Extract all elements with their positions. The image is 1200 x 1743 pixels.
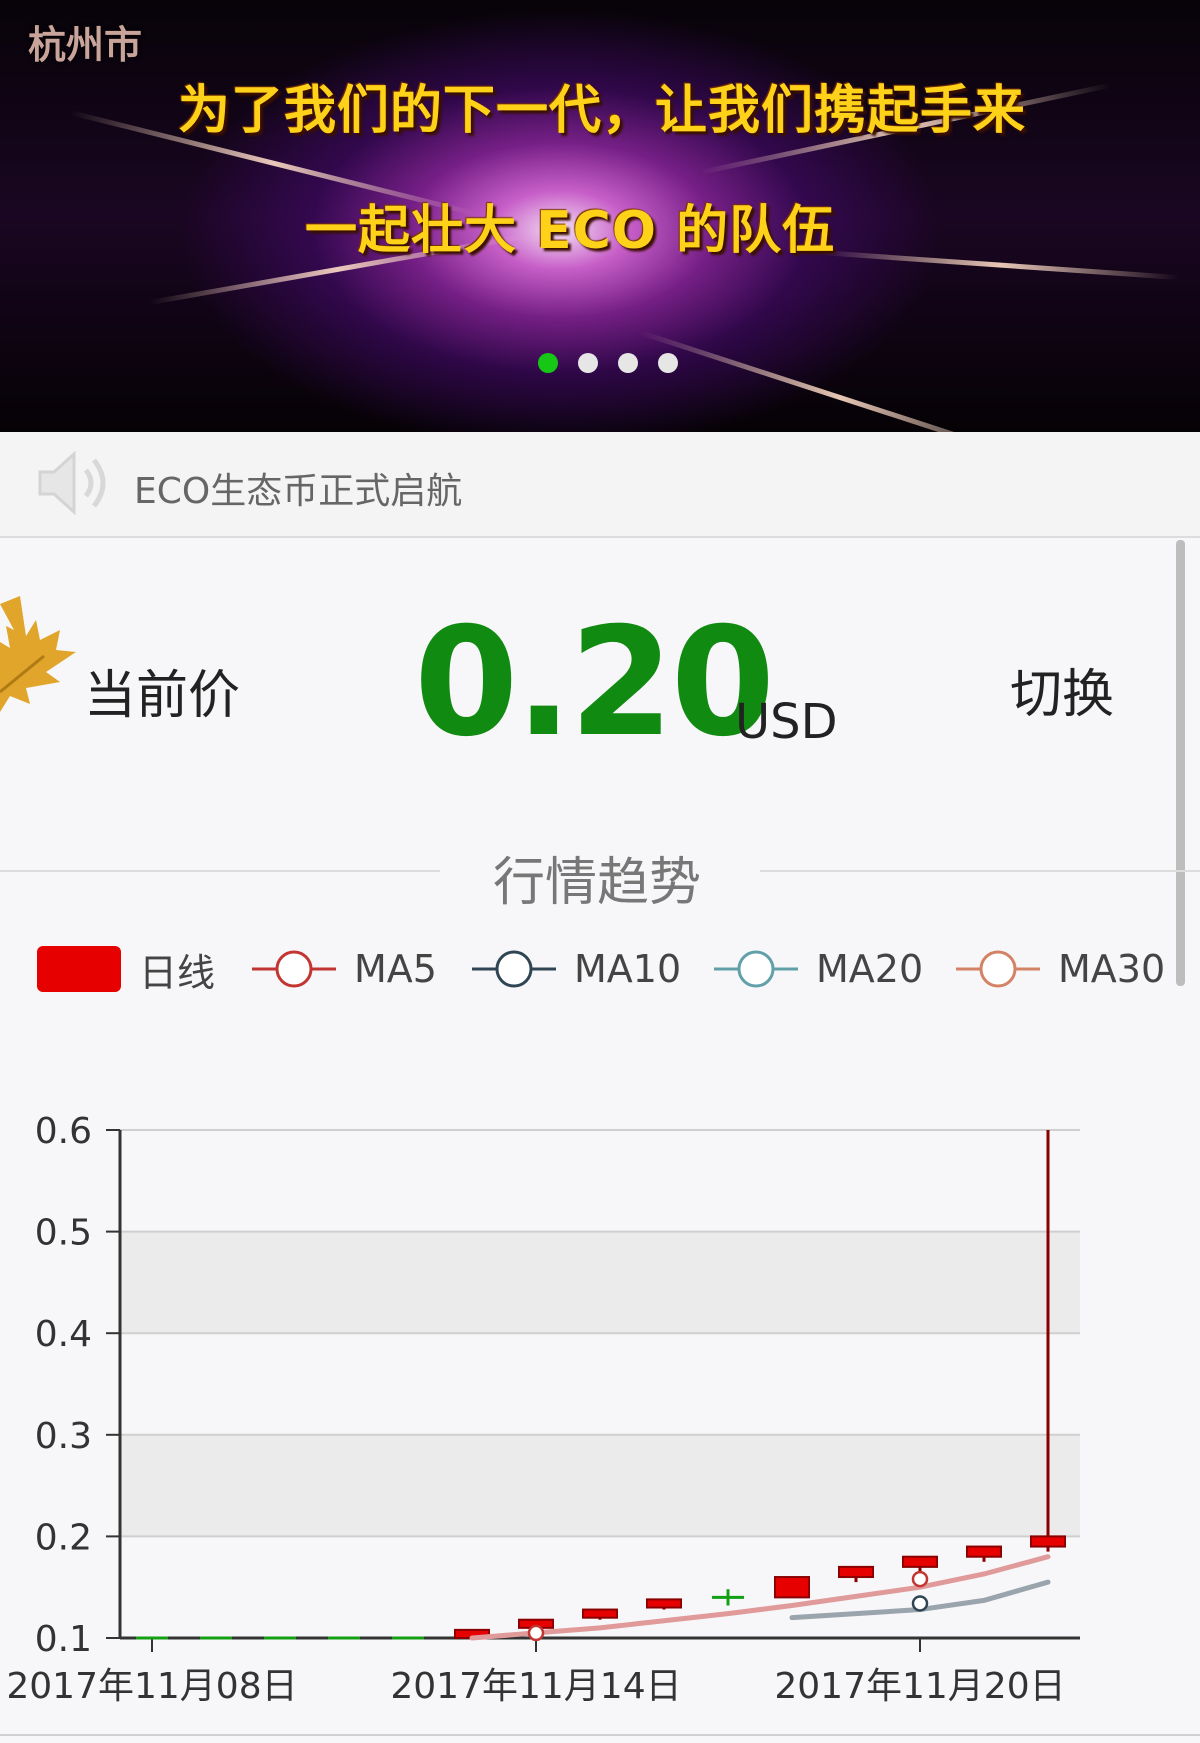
city-label: 杭州市 (28, 23, 143, 67)
candle-body (774, 1576, 810, 1599)
circle-line-icon (956, 950, 1040, 988)
carousel-dot[interactable] (538, 353, 558, 373)
legend-item-ma10[interactable]: MA10 (472, 944, 681, 994)
ma10-point (911, 1595, 929, 1612)
carousel-indicator (538, 353, 678, 373)
legend-label: MA5 (354, 947, 437, 991)
x-tick-label: 2017年11月08日 (6, 1666, 297, 1707)
maple-leaf-icon (0, 596, 76, 712)
legend-label: 日线 (139, 950, 216, 995)
y-tick-label: 0.6 (35, 1111, 92, 1152)
promo-banner[interactable]: 杭州市 为了我们的下一代，让我们携起手来 一起壮大 ECO 的队伍 (0, 0, 1200, 432)
price-unit: USD (735, 694, 838, 750)
speaker-icon (38, 450, 106, 516)
kline-chart-svg: 0.1 0.2 0.3 0.4 0.5 0.6 2017年11月08日 2017年11月14日… (6, 1111, 1080, 1707)
x-tick-label: 2017年11月14日 (390, 1666, 681, 1707)
chart-legend: 日线 MA5 MA10 MA20 MA30 (0, 944, 1200, 995)
candle-body (966, 1545, 1002, 1558)
carousel-dot[interactable] (658, 353, 678, 373)
circle-line-icon (714, 950, 798, 988)
candle-swatch-icon (37, 946, 121, 992)
x-tick-label: 2017年11月20日 (774, 1666, 1065, 1707)
y-tick-label: 0.5 (35, 1213, 92, 1254)
candle-body (902, 1555, 938, 1568)
legend-label: MA10 (574, 947, 682, 991)
ma5-line (469, 1554, 1051, 1641)
legend-label: MA30 (1058, 947, 1166, 991)
grid-band (120, 1231, 1080, 1334)
circle-line-icon (252, 950, 336, 988)
banner-headline: 为了我们的下一代，让我们携起手来 (178, 81, 1027, 141)
section-title: 行情趋势 (493, 853, 702, 913)
candle-body (1030, 1535, 1066, 1548)
current-price-label: 当前价 (84, 666, 241, 726)
legend-item-ma5[interactable]: MA5 (252, 944, 437, 994)
candle-body (646, 1598, 682, 1609)
ma5-point (527, 1624, 545, 1642)
notice-text[interactable]: ECO生态币正式启航 (134, 462, 462, 514)
y-tick-label: 0.2 (35, 1517, 92, 1558)
y-tick-label: 0.3 (35, 1416, 92, 1457)
circle-line-icon (472, 950, 556, 988)
candle-body (838, 1565, 874, 1579)
light-ray (639, 330, 1041, 432)
legend-item-daily[interactable]: 日线 (37, 944, 216, 995)
light-ray (819, 250, 1180, 281)
switch-button[interactable]: 切换 (1010, 652, 1114, 727)
grid-band (120, 1434, 1080, 1537)
legend-label: MA20 (816, 947, 924, 991)
candle-body (582, 1608, 618, 1619)
current-price-value: 0.20 (414, 596, 775, 770)
carousel-dot[interactable] (578, 353, 598, 373)
ma5-point (911, 1570, 929, 1588)
banner-subheadline: 一起壮大 ECO 的队伍 (305, 201, 836, 261)
y-tick-label: 0.4 (35, 1314, 92, 1355)
legend-item-ma20[interactable]: MA20 (714, 944, 923, 994)
bottom-divider (0, 1734, 1200, 1736)
carousel-dot[interactable] (618, 353, 638, 373)
section-divider-right (760, 870, 1200, 872)
kline-chart[interactable]: 0.1 0.2 0.3 0.4 0.5 0.6 2017年11月08日 2017年11月14日… (0, 1100, 1200, 1743)
scrollbar[interactable] (1176, 540, 1185, 986)
y-tick-label: 0.1 (35, 1619, 92, 1660)
section-divider-left (0, 870, 440, 872)
legend-item-ma30[interactable]: MA30 (956, 944, 1165, 994)
